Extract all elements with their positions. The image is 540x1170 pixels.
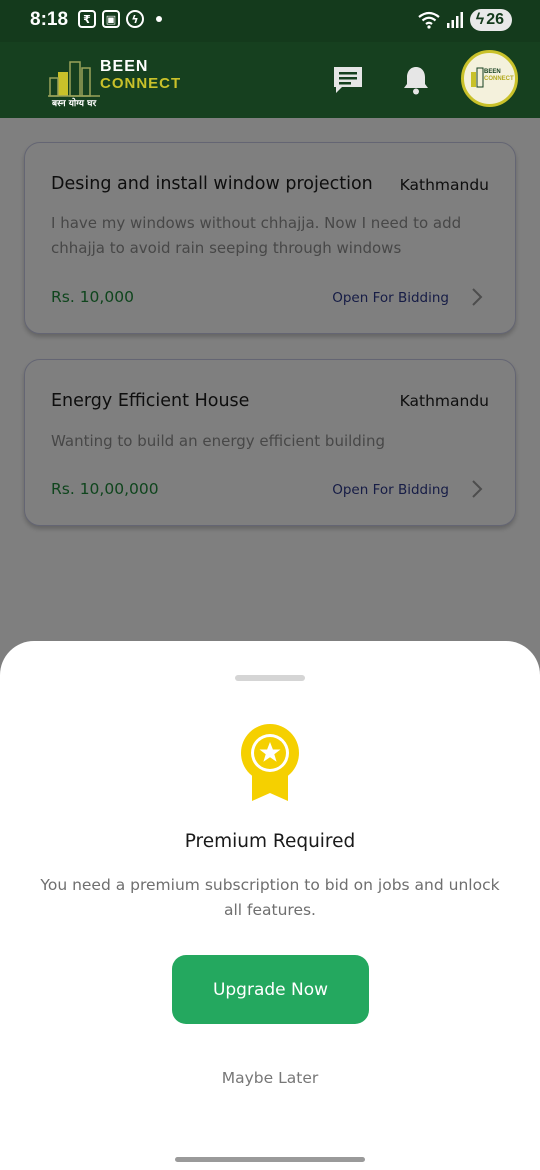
premium-medal-icon	[241, 724, 299, 801]
app-header: BEEN CONNECT बस्न योग्य घर BEEN CONNECT	[0, 42, 540, 118]
screenshot-icon: ▣	[102, 10, 120, 28]
status-system-icons: ϟ 26	[418, 9, 512, 31]
status-notification-icons: ₹ ▣ ϟ	[78, 10, 162, 28]
app-logo[interactable]: BEEN CONNECT बस्न योग्य घर	[44, 52, 194, 109]
sheet-drag-handle[interactable]	[235, 675, 305, 681]
upgrade-now-button[interactable]: Upgrade Now	[172, 955, 369, 1024]
wifi-icon	[418, 11, 440, 29]
logo-text-been: BEEN	[100, 58, 149, 75]
dot-icon	[156, 16, 162, 22]
messenger-icon: ϟ	[126, 10, 144, 28]
avatar-logo-icon	[471, 67, 484, 88]
chat-icon[interactable]	[330, 62, 366, 98]
signal-icon	[446, 12, 463, 28]
sheet-title: Premium Required	[184, 831, 356, 852]
status-bar: 8:18 ₹ ▣ ϟ ϟ 26	[0, 0, 540, 42]
profile-avatar[interactable]: BEEN CONNECT	[461, 50, 518, 107]
logo-text-connect: CONNECT	[100, 75, 182, 92]
notification-bell-icon[interactable]	[398, 62, 434, 98]
maybe-later-button[interactable]: Maybe Later	[170, 1069, 370, 1087]
sheet-message: You need a premium subscription to bid o…	[40, 876, 500, 919]
rupee-icon: ₹	[78, 10, 96, 28]
home-indicator[interactable]	[175, 1157, 365, 1162]
avatar-text-been: BEEN	[484, 69, 501, 75]
battery-level: 26	[486, 11, 504, 28]
logo-buildings-icon	[48, 61, 100, 97]
premium-bottom-sheet: Premium Required You need a premium subs…	[0, 641, 540, 1170]
logo-tagline: बस्न योग्य घर	[52, 99, 97, 109]
charging-icon: ϟ	[475, 11, 485, 28]
avatar-text-connect: CONNECT	[484, 76, 514, 82]
battery-icon: ϟ 26	[469, 9, 512, 31]
status-time: 8:18	[30, 9, 69, 30]
